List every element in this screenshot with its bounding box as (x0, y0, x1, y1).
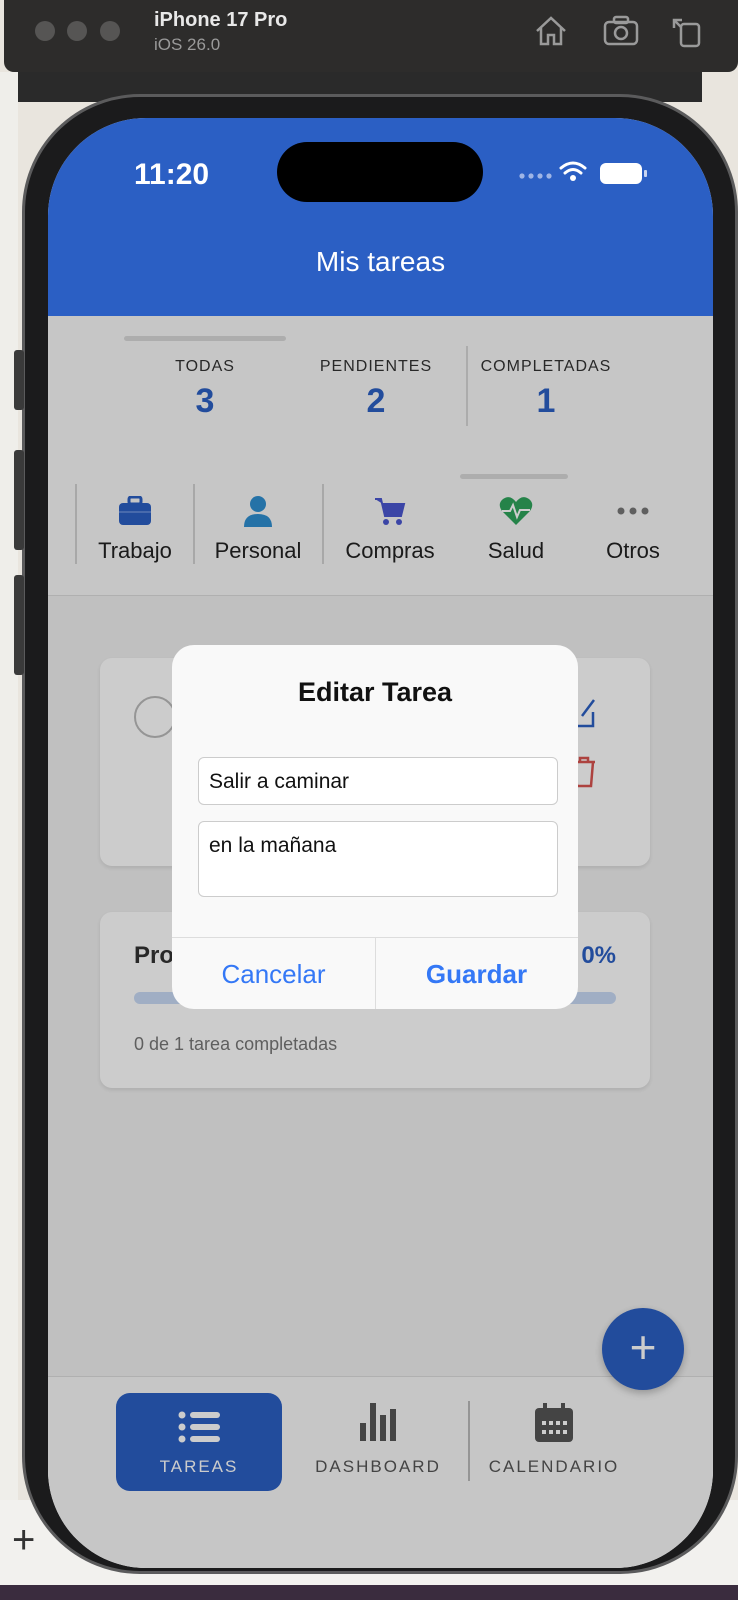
window-close-button[interactable] (35, 21, 55, 41)
window-minimize-button[interactable] (67, 21, 87, 41)
simulator-title-bar: iPhone 17 Pro iOS 26.0 (4, 0, 738, 72)
phone-volume-down (14, 575, 24, 675)
status-icons (519, 161, 647, 184)
simulator-os-version: iOS 26.0 (154, 35, 221, 54)
phone-volume-up (14, 450, 24, 550)
task-description-input[interactable]: en la mañana (198, 821, 558, 897)
desktop-background (0, 72, 18, 1502)
add-icon[interactable]: + (12, 1520, 35, 1560)
home-icon[interactable] (532, 12, 570, 50)
app-header: 11:20 Mis tareas (48, 118, 713, 316)
wifi-icon (559, 161, 587, 175)
task-title-input[interactable]: Salir a caminar (198, 757, 558, 805)
save-button[interactable]: Guardar (375, 938, 578, 1009)
dock-edge (0, 1585, 738, 1600)
page-title: Mis tareas (315, 246, 446, 277)
rotate-icon[interactable] (668, 12, 706, 50)
phone-side-button (14, 350, 24, 410)
signal-icon (519, 173, 552, 179)
window-zoom-button[interactable] (100, 21, 120, 41)
cancel-button[interactable]: Cancelar (172, 938, 375, 1009)
phone-screen: 11:20 Mis tareas TODAS 3 PENDIENTES 2 CO… (48, 118, 713, 1568)
simulator-device-name: iPhone 17 Pro (154, 9, 288, 31)
dynamic-island (277, 142, 483, 202)
status-time: 11:20 (134, 158, 210, 191)
edit-task-dialog: Editar Tarea Salir a caminar en la mañan… (172, 645, 578, 1009)
dialog-title: Editar Tarea (297, 677, 453, 707)
dialog-actions: Cancelar Guardar (172, 937, 578, 1009)
screenshot-icon[interactable] (602, 12, 640, 50)
battery-icon (600, 163, 647, 184)
